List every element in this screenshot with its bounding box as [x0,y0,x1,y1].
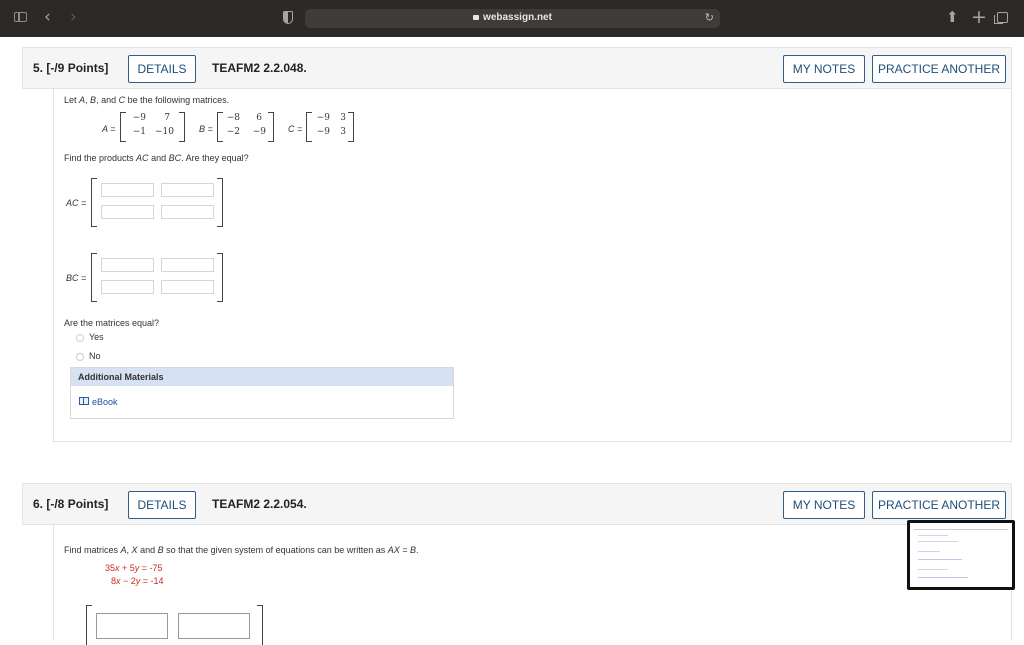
question-6-header: 6. [-/8 Points] DETAILS TEAFM2 2.2.054. … [22,483,1012,525]
question-code: TEAFM2 2.2.054. [212,497,307,511]
matrix-c-cell: 3 [340,127,346,137]
ac-input-11[interactable] [101,183,154,197]
question-number: 6. [-/8 Points] [33,497,109,511]
radio-yes[interactable] [76,334,84,342]
back-icon[interactable]: ‹ [44,7,51,27]
question-code: TEAFM2 2.2.048. [212,61,307,75]
ac-label: AC = [66,198,87,208]
lock-icon [473,15,480,20]
bracket-right [348,112,354,142]
matrix-a-cell: 7 [164,113,170,123]
option-no-label: No [89,351,101,361]
matrix-b-cell: 6 [256,113,262,123]
address-bar[interactable]: webassign.net ↻ [305,9,720,28]
option-yes-label: Yes [89,332,104,342]
ac-input-21[interactable] [101,205,154,219]
matrix-b-cell: −8 [226,113,240,123]
question-number: 5. [-/9 Points] [33,61,109,75]
bc-input-21[interactable] [101,280,154,294]
additional-materials-panel: Additional Materials eBook [70,367,454,419]
ebook-link[interactable]: eBook [92,397,118,407]
details-button[interactable]: DETAILS [128,55,196,83]
radio-no[interactable] [76,353,84,361]
tabs-icon[interactable] [994,12,1008,24]
equal-question: Are the matrices equal? [64,318,160,328]
bracket-left [91,178,97,227]
bc-input-11[interactable] [101,258,154,272]
browser-toolbar: ‹ › webassign.net ↻ ⬆ + [0,0,1024,37]
question-5-header: 5. [-/9 Points] DETAILS TEAFM2 2.2.048. … [22,47,1012,89]
bc-label: BC = [66,273,87,283]
sidebar-icon[interactable] [14,12,27,22]
bracket-right [257,605,263,645]
bracket-right [217,253,223,302]
my-notes-button[interactable]: MY NOTES [783,491,865,519]
reload-icon[interactable]: ↻ [705,11,714,24]
intro-text: Let A, B, and C be the following matrice… [64,95,230,105]
matrix-b-label: B = [199,124,213,134]
bracket-left [86,605,92,645]
equation-2: 8x − 2y = -14 [111,576,164,586]
ac-input-22[interactable] [161,205,214,219]
shield-icon[interactable] [283,11,293,24]
practice-another-button[interactable]: PRACTICE ANOTHER [872,491,1006,519]
bracket-right [179,112,185,142]
url-text: webassign.net [483,12,552,23]
matrix-a-cell: −1 [132,127,146,137]
practice-another-button[interactable]: PRACTICE ANOTHER [872,55,1006,83]
prompt-text: Find matrices A, X and B so that the giv… [64,545,419,555]
matrix-c-label: C = [288,124,303,134]
matrix-a-label: A = [102,124,116,134]
bracket-left [91,253,97,302]
my-notes-button[interactable]: MY NOTES [783,55,865,83]
matrix-b-cell: −2 [226,127,240,137]
question-6-body: Find matrices A, X and B so that the giv… [53,525,1012,645]
bracket-right [217,178,223,227]
ac-input-12[interactable] [161,183,214,197]
details-button[interactable]: DETAILS [128,491,196,519]
equation-1: 35x + 5y = -75 [105,563,163,573]
additional-materials-title: Additional Materials [78,372,164,382]
forward-icon[interactable]: › [70,7,77,27]
matrix-c-cell: 3 [340,113,346,123]
book-icon [79,397,89,405]
matrix-a-cell: −10 [155,127,174,137]
bracket-right [268,112,274,142]
matrix-a-cell: −9 [132,113,146,123]
new-tab-icon[interactable]: + [971,6,987,28]
matrix-b-cell: −9 [252,127,266,137]
matrix-a-input-12[interactable] [178,613,250,639]
bc-input-12[interactable] [161,258,214,272]
bc-input-22[interactable] [161,280,214,294]
share-icon[interactable]: ⬆ [946,8,959,26]
matrix-a-input-11[interactable] [96,613,168,639]
question-5-body: Let A, B, and C be the following matrice… [53,89,1012,442]
question-text: Find the products AC and BC. Are they eq… [64,153,249,163]
page-thumbnail[interactable] [907,520,1015,590]
